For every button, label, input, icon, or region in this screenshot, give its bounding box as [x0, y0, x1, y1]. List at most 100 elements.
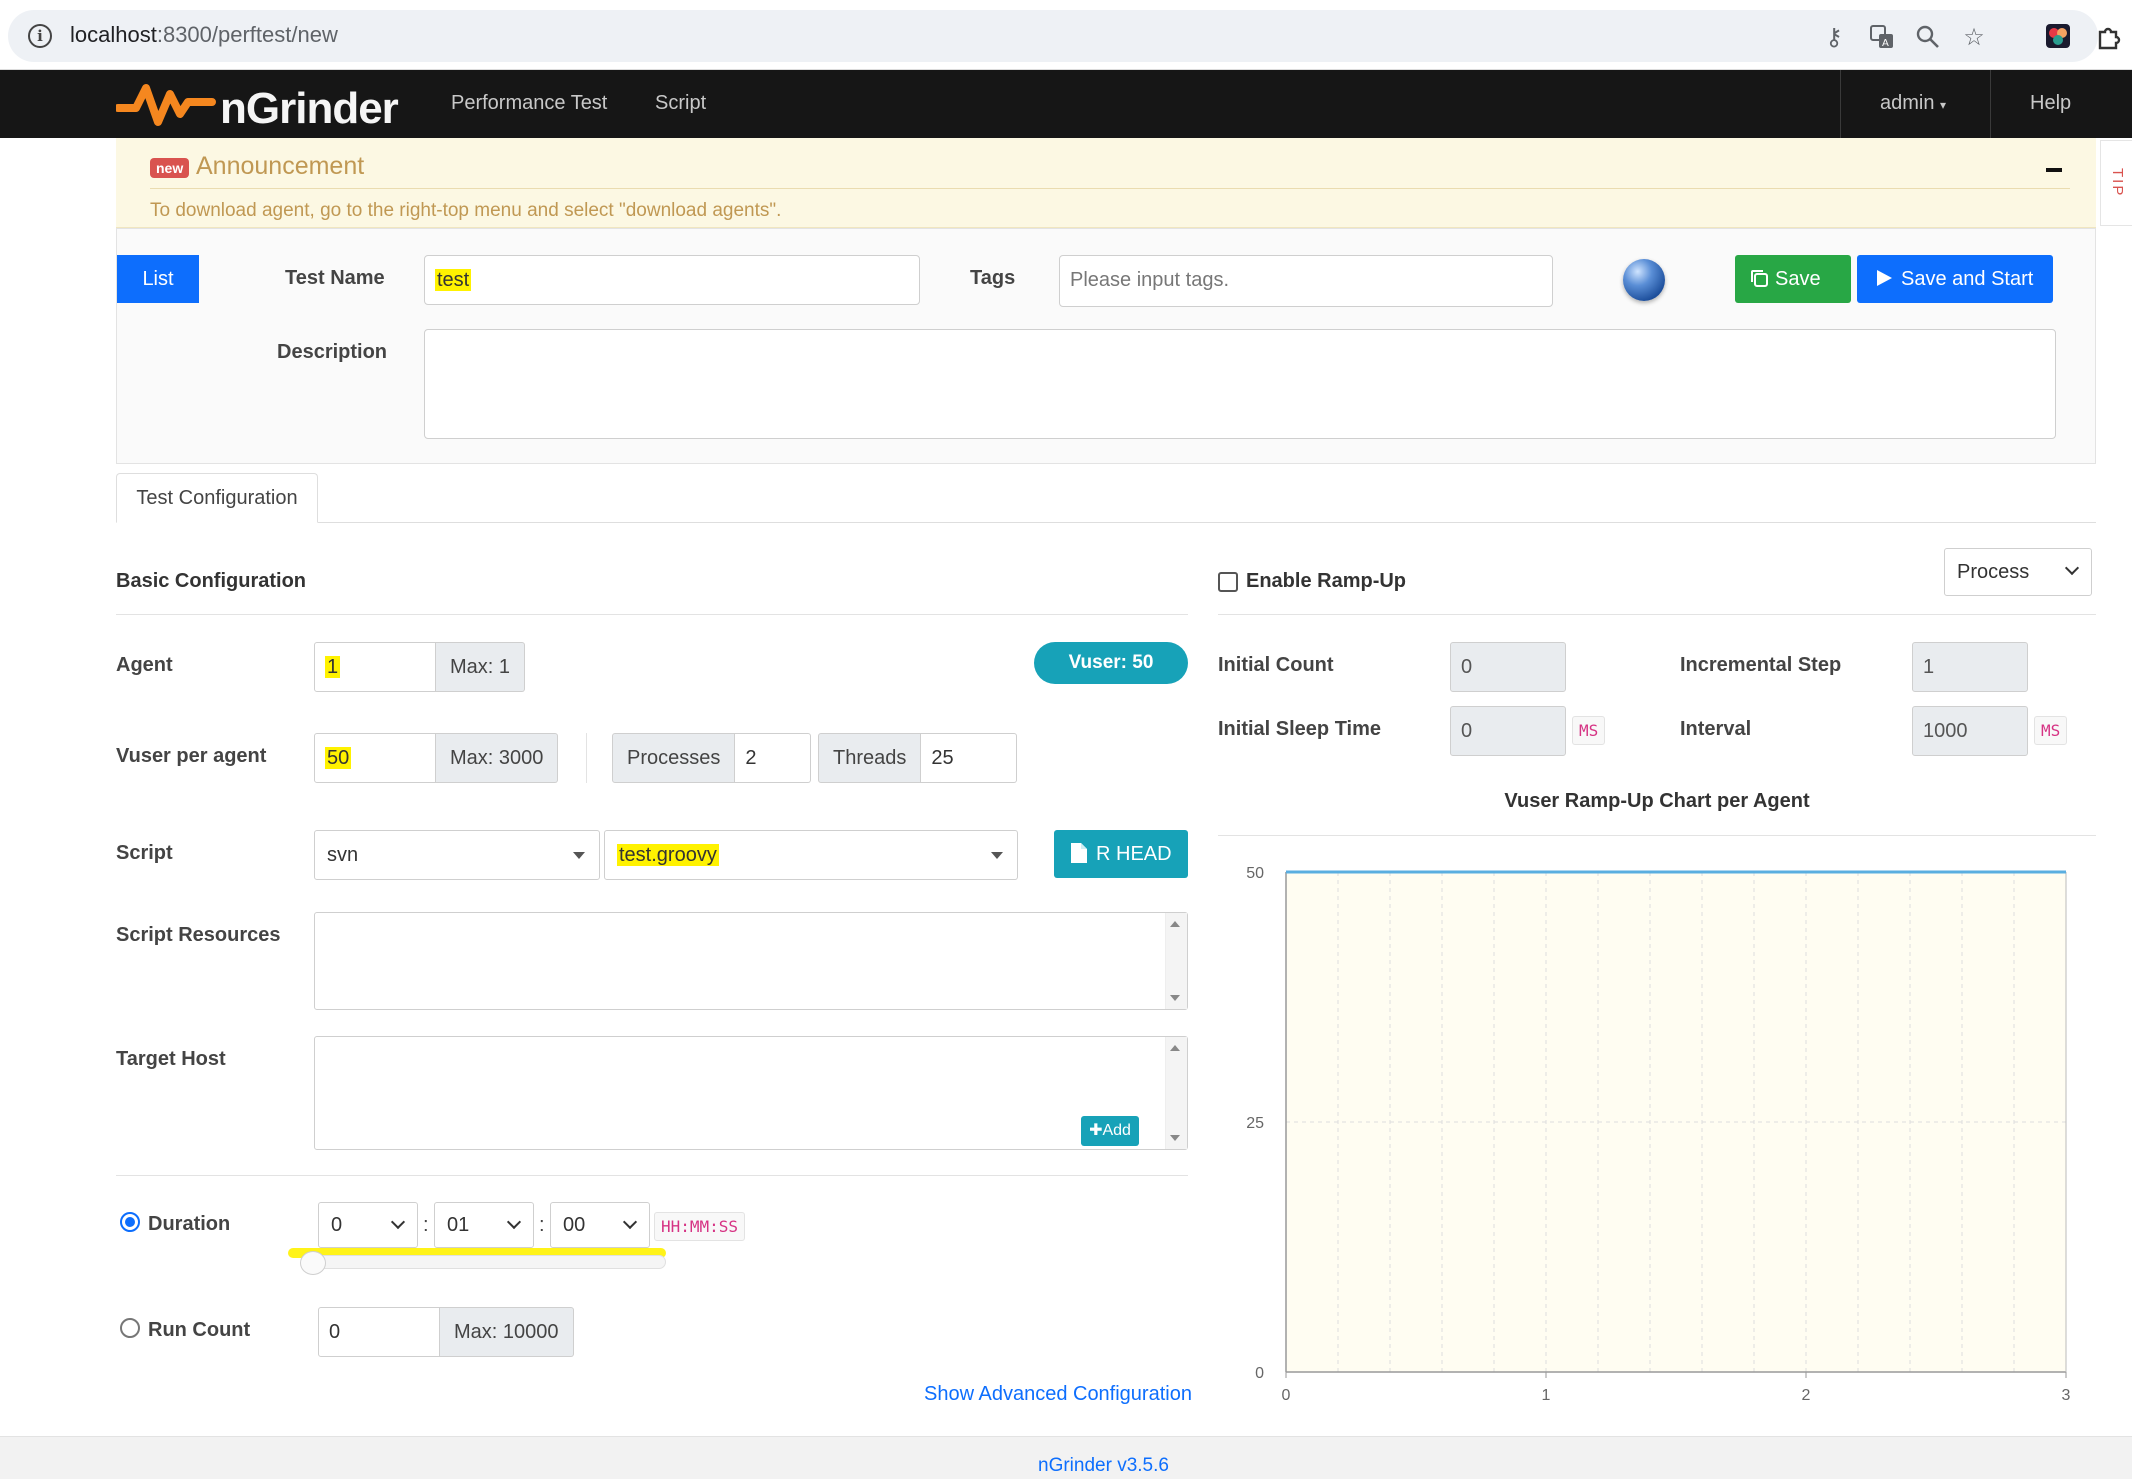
- description-textarea[interactable]: [424, 329, 2056, 439]
- tip-tab[interactable]: TIP: [2100, 140, 2132, 226]
- chevron-down-icon: [622, 1214, 638, 1230]
- duration-seconds-select[interactable]: 00: [550, 1202, 650, 1248]
- translate-icon[interactable]: A: [1868, 23, 1896, 51]
- save-and-start-button[interactable]: Save and Start: [1857, 255, 2053, 303]
- tab-test-configuration[interactable]: Test Configuration: [116, 473, 318, 523]
- announcement-divider: [150, 188, 2070, 189]
- initial-sleep-time-label: Initial Sleep Time: [1218, 718, 1382, 740]
- target-host-label: Target Host: [116, 1048, 226, 1070]
- tags-input[interactable]: Please input tags.: [1059, 255, 1553, 307]
- top-navbar: nGrinder Performance Test Script admin ▾…: [0, 70, 2132, 138]
- script-file-value: test.groovy: [617, 844, 719, 866]
- nav-performance-test[interactable]: Performance Test: [451, 92, 607, 115]
- caret-down-icon: ▾: [1940, 98, 1947, 112]
- duration-radio[interactable]: [120, 1212, 140, 1232]
- svg-text:A: A: [1882, 38, 1889, 49]
- section-divider: [116, 614, 1188, 615]
- show-advanced-configuration-link[interactable]: Show Advanced Configuration: [924, 1383, 1192, 1406]
- initial-count-label: Initial Count: [1218, 654, 1334, 676]
- save-button[interactable]: Save: [1735, 255, 1851, 303]
- nav-separator: [1840, 70, 1841, 138]
- chevron-down-icon: [390, 1214, 406, 1230]
- agent-input[interactable]: 1: [314, 642, 436, 692]
- time-separator: :: [539, 1214, 545, 1236]
- duration-slider-handle[interactable]: [300, 1251, 326, 1275]
- interval-label: Interval: [1680, 718, 1752, 740]
- zoom-icon[interactable]: [1914, 23, 1942, 51]
- incremental-step-input[interactable]: 1: [1912, 642, 2028, 692]
- section-divider: [1218, 614, 2096, 615]
- vuser-rampup-chart: 0 25 50 0 1 2 3: [1246, 865, 2070, 1404]
- ms-unit-badge: MS: [2034, 716, 2068, 745]
- announcement-text: To download agent, go to the right-top m…: [150, 200, 782, 221]
- agent-value: 1: [325, 656, 341, 678]
- ngrinder-logo[interactable]: nGrinder: [114, 80, 399, 133]
- key-icon[interactable]: ⚷: [1820, 23, 1848, 51]
- processes-input[interactable]: 2: [735, 733, 812, 783]
- nav-script[interactable]: Script: [655, 92, 706, 115]
- tags-label: Tags: [970, 267, 1016, 289]
- brand-name: nGrinder: [220, 84, 399, 133]
- globe-icon[interactable]: [1623, 259, 1665, 301]
- scroll-up-icon[interactable]: [1170, 921, 1180, 927]
- vertical-divider: [586, 733, 587, 783]
- test-name-value: test: [435, 269, 472, 291]
- agent-label: Agent: [116, 654, 173, 676]
- target-host-textarea[interactable]: ✚Add: [314, 1036, 1188, 1150]
- threads-label: Threads: [818, 733, 922, 783]
- basic-configuration-title: Basic Configuration: [116, 570, 307, 592]
- threads-input[interactable]: 25: [921, 733, 1018, 783]
- initial-count-input[interactable]: 0: [1450, 642, 1566, 692]
- duration-hours-value: 0: [331, 1214, 343, 1236]
- scroll-down-icon[interactable]: [1170, 1135, 1180, 1141]
- script-file-select[interactable]: test.groovy: [604, 830, 1018, 880]
- duration-minutes-select[interactable]: 01: [434, 1202, 534, 1248]
- script-resources-textarea[interactable]: [314, 912, 1188, 1010]
- initial-sleep-time-input[interactable]: 0: [1450, 706, 1566, 756]
- duration-minutes-value: 01: [447, 1214, 470, 1236]
- interval-input[interactable]: 1000: [1912, 706, 2028, 756]
- script-head-button[interactable]: R HEAD: [1054, 830, 1188, 878]
- site-info-icon[interactable]: i: [28, 24, 52, 48]
- caret-down-icon: [991, 852, 1003, 859]
- vuser-input[interactable]: 50: [314, 733, 436, 783]
- script-repo-value: svn: [327, 844, 359, 866]
- scroll-up-icon[interactable]: [1170, 1045, 1180, 1051]
- run-count-radio[interactable]: [120, 1318, 140, 1338]
- run-count-label: Run Count: [148, 1319, 251, 1341]
- scrollbar[interactable]: [1165, 913, 1187, 1009]
- script-repo-select[interactable]: svn: [314, 830, 600, 880]
- vuser-max: Max: 3000: [436, 733, 559, 783]
- address-bar[interactable]: i localhost:8300/perftest/new ⚷ A ☆: [8, 10, 2098, 62]
- list-button[interactable]: List: [117, 255, 199, 303]
- scrollbar[interactable]: [1165, 1037, 1187, 1149]
- bookmark-star-icon[interactable]: ☆: [1960, 23, 1988, 51]
- tab-bar-line: [116, 522, 2096, 523]
- nav-help[interactable]: Help: [2030, 92, 2071, 115]
- test-name-label: Test Name: [285, 267, 385, 289]
- agent-input-group: 1 Max: 1: [314, 642, 526, 692]
- vuser-input-group: 50 Max: 3000: [314, 733, 559, 783]
- extension-icon[interactable]: [2044, 22, 2072, 50]
- script-resources-label: Script Resources: [116, 924, 281, 946]
- scroll-down-icon[interactable]: [1170, 995, 1180, 1001]
- url-text[interactable]: localhost:8300/perftest/new: [70, 22, 338, 48]
- enable-ramp-up-label: Enable Ramp-Up: [1246, 570, 1407, 592]
- run-count-input[interactable]: 0: [318, 1307, 440, 1357]
- footer: nGrinder v3.5.6: [0, 1436, 2132, 1479]
- extensions-puzzle-icon[interactable]: [2094, 22, 2122, 50]
- plus-icon: ✚: [1089, 1122, 1103, 1139]
- x-tick-label: 2: [1802, 1387, 1811, 1404]
- add-target-host-button[interactable]: ✚Add: [1081, 1116, 1139, 1146]
- user-menu[interactable]: admin ▾: [1880, 92, 1946, 115]
- enable-ramp-up-checkbox[interactable]: [1218, 572, 1238, 592]
- duration-slider-track[interactable]: [310, 1255, 666, 1269]
- ramp-up-type-select[interactable]: Process: [1944, 548, 2092, 596]
- time-separator: :: [423, 1214, 429, 1236]
- collapse-icon[interactable]: [2046, 168, 2062, 172]
- footer-version[interactable]: nGrinder v3.5.6: [1038, 1455, 1169, 1477]
- test-name-input[interactable]: test: [424, 255, 920, 305]
- chevron-down-icon: [506, 1214, 522, 1230]
- vuser-per-agent-label: Vuser per agent: [116, 745, 267, 767]
- duration-hours-select[interactable]: 0: [318, 1202, 418, 1248]
